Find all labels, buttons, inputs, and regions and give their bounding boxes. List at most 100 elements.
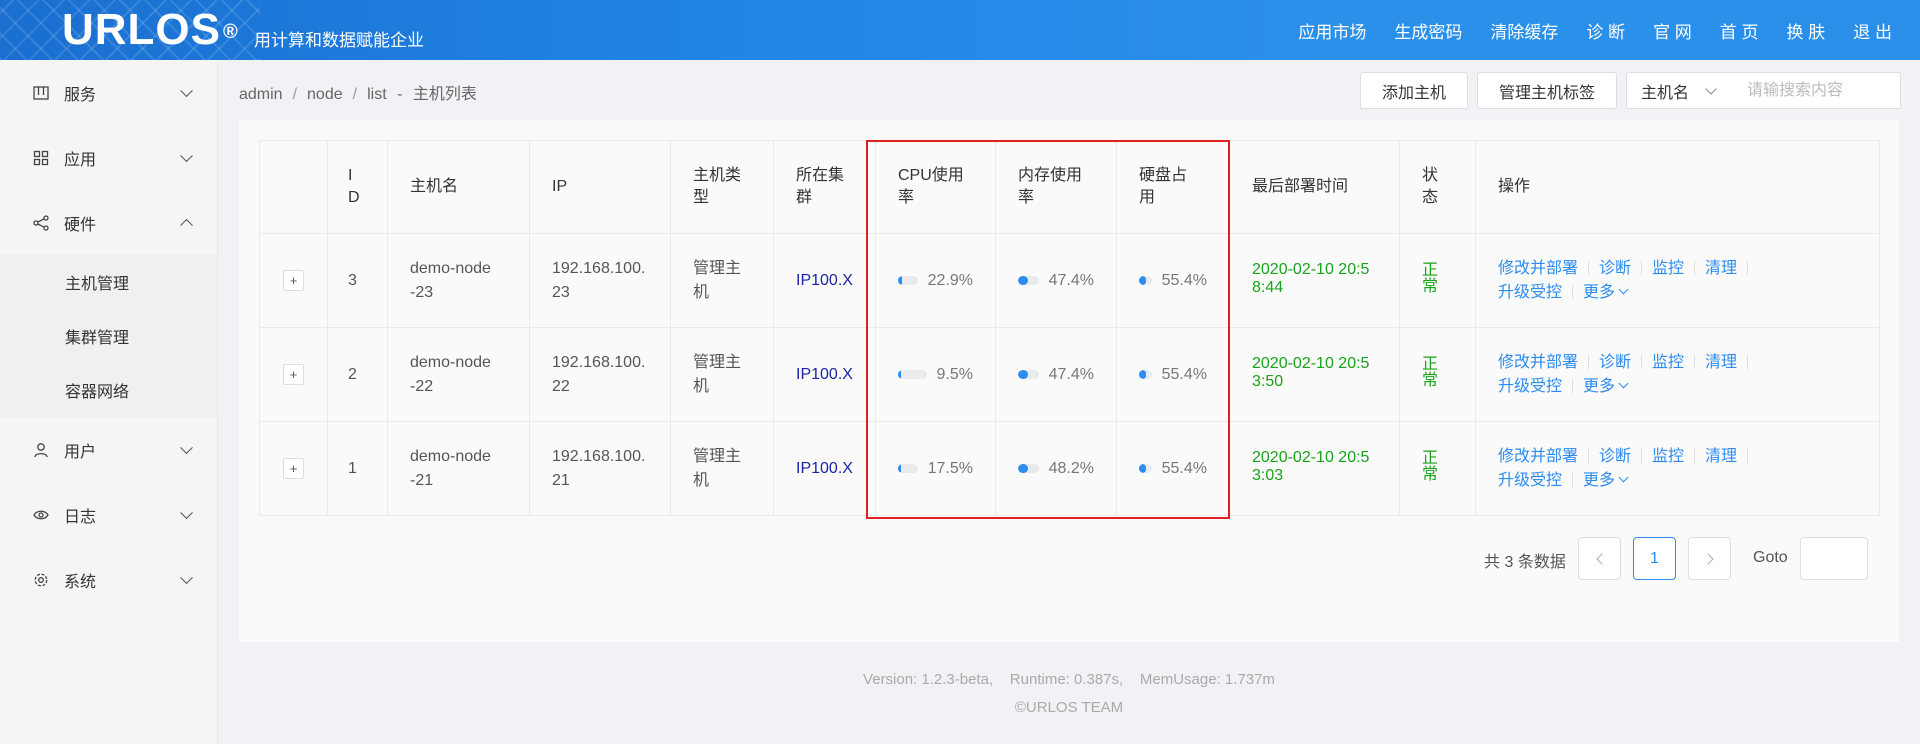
nav-app-market[interactable]: 应用市场 bbox=[1298, 18, 1366, 43]
diagnose-link[interactable]: 诊断 bbox=[1599, 448, 1631, 465]
chevron-down-icon bbox=[180, 440, 193, 454]
sidebar-item-user[interactable]: 用户 bbox=[0, 417, 217, 482]
diagnose-link[interactable]: 诊断 bbox=[1599, 354, 1631, 371]
total-suffix: 条数据 bbox=[1517, 554, 1566, 571]
cell-status: 正常 bbox=[1399, 233, 1476, 328]
clean-link[interactable]: 清理 bbox=[1705, 448, 1737, 465]
expand-row-button[interactable]: + bbox=[283, 364, 304, 385]
chevron-up-icon bbox=[180, 218, 193, 232]
disk-usage-value: 55.4% bbox=[1161, 271, 1207, 289]
monitor-link[interactable]: 监控 bbox=[1652, 260, 1684, 277]
nav-clear-cache[interactable]: 清除缓存 bbox=[1490, 18, 1558, 43]
modify-deploy-link[interactable]: 修改并部署 bbox=[1498, 354, 1578, 371]
cpu-progress-bar bbox=[898, 464, 918, 473]
nav-diagnose[interactable]: 诊 断 bbox=[1586, 18, 1625, 43]
sidebar-item-hardware[interactable]: 硬件 bbox=[0, 190, 217, 255]
col-ops: 操作 bbox=[1475, 140, 1880, 234]
col-type: 主机类型 bbox=[670, 140, 774, 234]
sidebar-label-app: 应用 bbox=[64, 151, 97, 169]
host-name: demo-node-21 bbox=[410, 447, 491, 489]
sidebar-item-cluster-management[interactable]: 集群管理 bbox=[0, 309, 217, 363]
disk-progress-bar bbox=[1139, 464, 1152, 473]
status-badge: 正常 bbox=[1422, 449, 1439, 483]
nav-generate-password[interactable]: 生成密码 bbox=[1394, 18, 1462, 43]
chevron-down-icon bbox=[1705, 83, 1717, 95]
cell-id: 2 bbox=[327, 327, 388, 422]
cell-disk: 55.4% bbox=[1116, 327, 1230, 422]
nav-skin[interactable]: 换 肤 bbox=[1787, 18, 1826, 43]
goto-page-input[interactable] bbox=[1800, 537, 1868, 580]
clean-link[interactable]: 清理 bbox=[1705, 260, 1737, 277]
prev-page-button[interactable] bbox=[1578, 537, 1621, 580]
grid-icon bbox=[32, 149, 50, 167]
add-host-button[interactable]: 添加主机 bbox=[1360, 72, 1468, 109]
sidebar-item-app[interactable]: 应用 bbox=[0, 125, 217, 190]
cluster-link[interactable]: IP100.X bbox=[796, 460, 853, 477]
sidebar-item-host-management[interactable]: 主机管理 bbox=[0, 255, 217, 309]
monitor-link[interactable]: 监控 bbox=[1652, 354, 1684, 371]
cell-id: 1 bbox=[327, 421, 388, 516]
cluster-link[interactable]: IP100.X bbox=[796, 366, 853, 383]
modify-deploy-link[interactable]: 修改并部署 bbox=[1498, 448, 1578, 465]
disk-usage-value: 55.4% bbox=[1161, 365, 1207, 383]
share-icon bbox=[32, 214, 50, 232]
host-name: demo-node-23 bbox=[410, 259, 491, 301]
cell-mem: 48.2% bbox=[995, 421, 1117, 516]
disk-progress-fill bbox=[1139, 276, 1146, 285]
more-dropdown[interactable]: 更多 bbox=[1583, 471, 1629, 489]
chevron-left-icon bbox=[1595, 552, 1608, 565]
chevron-down-icon bbox=[180, 570, 193, 584]
expand-row-button[interactable]: + bbox=[283, 270, 304, 291]
breadcrumb-admin[interactable]: admin bbox=[239, 86, 283, 103]
nav-official-site[interactable]: 官 网 bbox=[1653, 18, 1692, 43]
cell-ip: 192.168.100.21 bbox=[529, 421, 671, 516]
nav-home[interactable]: 首 页 bbox=[1720, 18, 1759, 43]
sidebar-item-container-network[interactable]: 容器网络 bbox=[0, 363, 217, 417]
next-page-button[interactable] bbox=[1688, 537, 1731, 580]
clean-link[interactable]: 清理 bbox=[1705, 354, 1737, 371]
mem-progress-bar bbox=[1018, 464, 1039, 473]
mem-progress-fill bbox=[1018, 464, 1028, 473]
sidebar-label-log: 日志 bbox=[64, 508, 97, 526]
urlos-logo[interactable]: URLOS ® bbox=[62, 6, 239, 54]
cell-ops: 修改并部署 诊断 监控 清理升级受控 更多 bbox=[1475, 233, 1880, 328]
cell-deploy-time: 2020-02-10 20:53:50 bbox=[1229, 327, 1400, 422]
upgrade-control-link[interactable]: 升级受控 bbox=[1498, 284, 1562, 301]
manage-host-tags-button[interactable]: 管理主机标签 bbox=[1477, 72, 1617, 109]
expand-row-button[interactable]: + bbox=[283, 458, 304, 479]
status-badge: 正常 bbox=[1422, 261, 1439, 295]
host-name: demo-node-22 bbox=[410, 353, 491, 395]
disk-progress-bar bbox=[1139, 370, 1152, 379]
cell-ip: 192.168.100.22 bbox=[529, 327, 671, 422]
sidebar-item-system[interactable]: 系统 bbox=[0, 547, 217, 612]
upgrade-control-link[interactable]: 升级受控 bbox=[1498, 378, 1562, 395]
monitor-link[interactable]: 监控 bbox=[1652, 448, 1684, 465]
cpu-usage: 22.9% bbox=[898, 269, 973, 293]
cluster-link[interactable]: IP100.X bbox=[796, 272, 853, 289]
breadcrumb-list[interactable]: list bbox=[367, 86, 387, 103]
diagnose-link[interactable]: 诊断 bbox=[1599, 260, 1631, 277]
sidebar-item-log[interactable]: 日志 bbox=[0, 482, 217, 547]
disk-usage: 55.4% bbox=[1139, 363, 1207, 387]
chevron-right-icon bbox=[1701, 552, 1714, 565]
more-label: 更多 bbox=[1583, 471, 1616, 489]
col-status: 状态 bbox=[1399, 140, 1476, 234]
breadcrumb-node[interactable]: node bbox=[307, 86, 343, 103]
sidebar: 服务 应用 硬件 主机管理 集群管理 容器网络 用户 日志 系统 bbox=[0, 60, 218, 744]
cell-host-name: demo-node-23 bbox=[387, 233, 530, 328]
more-dropdown[interactable]: 更多 bbox=[1583, 378, 1629, 395]
page-1-button[interactable]: 1 bbox=[1633, 537, 1676, 580]
nav-logout[interactable]: 退 出 bbox=[1853, 18, 1892, 43]
col-expand bbox=[259, 140, 328, 234]
modify-deploy-link[interactable]: 修改并部署 bbox=[1498, 260, 1578, 277]
upgrade-control-link[interactable]: 升级受控 bbox=[1498, 472, 1562, 489]
cell-ip: 192.168.100.23 bbox=[529, 233, 671, 328]
search-input[interactable] bbox=[1733, 72, 1901, 109]
search-field-select[interactable]: 主机名 bbox=[1626, 72, 1734, 109]
top-nav: 应用市场 生成密码 清除缓存 诊 断 官 网 首 页 换 肤 退 出 bbox=[1270, 0, 1892, 60]
more-dropdown[interactable]: 更多 bbox=[1583, 284, 1629, 301]
host-type: 管理主机 bbox=[693, 259, 742, 301]
sidebar-item-service[interactable]: 服务 bbox=[0, 60, 217, 125]
total-number: 3 bbox=[1504, 554, 1514, 571]
chevron-down-icon bbox=[180, 505, 193, 519]
